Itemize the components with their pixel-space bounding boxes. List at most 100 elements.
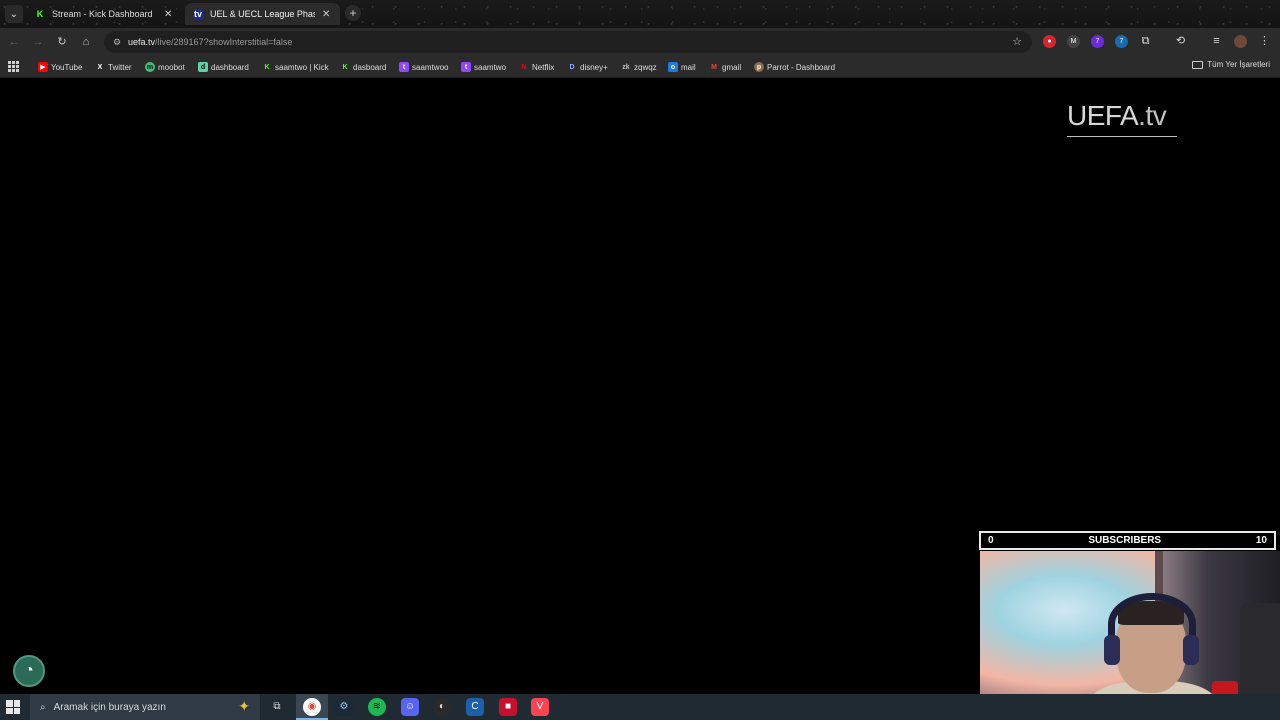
x-icon: X: [97, 63, 103, 71]
twitch-icon: t: [399, 62, 409, 72]
uefa-icon: tv: [193, 9, 203, 19]
kick-icon: K: [264, 63, 270, 71]
bookmark-label: saamtwoo: [412, 62, 449, 72]
forward-button[interactable]: →: [30, 34, 46, 50]
extensions-puzzle-icon[interactable]: ⧉: [1139, 35, 1152, 48]
kick-icon: K: [342, 63, 348, 71]
bookmark-twitter[interactable]: X Twitter: [95, 60, 132, 74]
bookmark-label: saamtwo: [474, 62, 507, 72]
subscriber-count: 0: [988, 535, 994, 546]
bookmark-label: dasboard: [353, 62, 387, 72]
tab-uefa[interactable]: tv UEL & UECL League Phase Dra ✕: [185, 3, 340, 25]
bookmark-label: moobot: [158, 62, 185, 72]
app-icon[interactable]: ◐: [433, 698, 451, 716]
bookmark-parrot[interactable]: p Parrot - Dashboard: [754, 60, 835, 74]
windows-start-icon[interactable]: [6, 700, 20, 714]
all-bookmarks-folder[interactable]: Tüm Yer İşaretleri: [1192, 60, 1270, 69]
site-settings-icon[interactable]: ⚙: [110, 37, 124, 48]
disney-icon: D: [569, 63, 575, 71]
bookmark-label: Twitter: [108, 62, 132, 72]
task-view-icon[interactable]: ⧉: [268, 698, 286, 716]
profile-avatar[interactable]: [1234, 35, 1247, 48]
headset-earcup-left: [1104, 635, 1120, 665]
history-icon[interactable]: ⟲: [1174, 35, 1187, 48]
tab-search-button[interactable]: ⌄: [5, 5, 23, 23]
bookmark-moobot[interactable]: m moobot: [145, 60, 185, 74]
folder-icon: [1192, 60, 1204, 69]
twitch-icon: t: [461, 62, 471, 72]
sparkle-icon: ✦: [238, 698, 250, 714]
bookmark-folder-label: Tüm Yer İşaretleri: [1207, 60, 1270, 69]
extension-purple-icon[interactable]: 7: [1091, 35, 1104, 48]
reload-icon: ↻: [57, 36, 67, 48]
arrow-right-icon: →: [32, 36, 44, 48]
subscriber-goal: 10: [1255, 535, 1267, 546]
bookmark-label: disney+: [580, 62, 608, 72]
bookmark-gmail[interactable]: Mgmail: [709, 60, 741, 74]
bookmark-youtube[interactable]: ▶ YouTube: [38, 60, 82, 74]
app-red-icon[interactable]: ■: [499, 698, 517, 716]
reload-button[interactable]: ↻: [54, 34, 70, 50]
headset-earcup-right: [1183, 635, 1199, 665]
bookmark-label: gmail: [722, 62, 742, 72]
close-icon[interactable]: ✕: [322, 9, 332, 20]
media-control-icon[interactable]: ≡: [1210, 35, 1223, 48]
bookmark-disney[interactable]: Ddisney+: [567, 60, 608, 74]
parrot-icon: p: [754, 62, 764, 72]
ccleaner-icon[interactable]: C: [466, 698, 484, 716]
bookmark-netflix[interactable]: N Netflix: [519, 60, 554, 74]
tab-strip: ⌄ K Stream - Kick Dashboard ✕ tv UEL & U…: [0, 0, 1280, 28]
youtube-icon: ▶: [38, 62, 48, 72]
home-button[interactable]: ⌂: [78, 34, 94, 50]
bookmark-saamtwo[interactable]: t saamtwo: [461, 60, 506, 74]
logo-tv-text: tv: [1145, 100, 1167, 131]
spotify-icon[interactable]: ≋: [368, 698, 386, 716]
taskbar-search[interactable]: ⌕ Aramak için buraya yazın ✦: [30, 694, 261, 720]
chevron-down-icon: ⌄: [9, 8, 19, 20]
kebab-menu-icon[interactable]: ⋮: [1258, 35, 1271, 48]
bookmark-label: zqwqz: [634, 62, 657, 72]
bookmarks-bar: ▶ YouTube X Twitter m moobot d dashboard Ksa…: [0, 56, 1280, 78]
chrome-icon[interactable]: ◉: [303, 698, 321, 716]
bookmark-label: YouTube: [51, 62, 83, 72]
extension-blue-icon[interactable]: 7: [1115, 35, 1128, 48]
tab-title: UEL & UECL League Phase Dra: [210, 9, 315, 19]
discord-icon[interactable]: ☺: [401, 698, 419, 716]
screen: ⌄ K Stream - Kick Dashboard ✕ tv UEL & U…: [0, 0, 1280, 720]
arrow-left-icon: ←: [8, 36, 20, 48]
outlook-icon: o: [668, 62, 678, 72]
kick-icon: K: [36, 9, 44, 19]
bookmark-zqwqz[interactable]: zk zqwqz: [621, 60, 657, 74]
bookmark-mail[interactable]: o mail: [668, 60, 696, 74]
apps-grid-icon[interactable]: [8, 61, 19, 72]
valorant-icon[interactable]: V: [531, 698, 549, 716]
extension-red-icon[interactable]: ●: [1043, 35, 1056, 48]
bookmark-label: saamtwo | Kick: [275, 62, 329, 72]
new-tab-button[interactable]: +: [345, 5, 361, 21]
back-button[interactable]: ←: [6, 34, 22, 50]
netflix-icon: N: [521, 63, 527, 71]
bookmark-dashboard[interactable]: d dashboard: [198, 60, 249, 74]
extension-m-icon[interactable]: M: [1067, 35, 1080, 48]
bookmark-saamtwo-kick[interactable]: Ksaamtwo | Kick: [262, 60, 329, 74]
moobot-icon: m: [145, 62, 155, 72]
address-bar[interactable]: ⚙ uefa.tv/live/289167?showInterstitial=f…: [104, 31, 1032, 53]
bookmark-star-icon[interactable]: ☆: [1012, 35, 1022, 48]
steam-icon[interactable]: ⚙: [335, 698, 353, 716]
zk-icon: zk: [622, 63, 630, 71]
bookmark-label: Parrot - Dashboard: [767, 62, 836, 72]
home-icon: ⌂: [82, 36, 90, 48]
cookie-settings-button[interactable]: ◔: [13, 655, 45, 687]
bookmark-dasboard[interactable]: Kdasboard: [340, 60, 386, 74]
taskbar-search-placeholder: Aramak için buraya yazın: [53, 701, 166, 713]
bookmark-label: dashboard: [211, 62, 249, 72]
close-icon[interactable]: ✕: [164, 9, 174, 20]
browser-toolbar: ← → ↻ ⌂ ⚙ uefa.tv/live/289167?showInters…: [0, 28, 1280, 56]
bookmark-saamtwoo[interactable]: t saamtwoo: [399, 60, 448, 74]
search-icon: ⌕: [40, 701, 46, 713]
url-path: /live/289167?showInterstitial=false: [155, 37, 293, 47]
gmail-icon: M: [711, 63, 717, 71]
tab-kick-dashboard[interactable]: K Stream - Kick Dashboard ✕: [27, 3, 182, 25]
uefa-tv-logo: UEFA.tv: [1067, 99, 1177, 137]
tab-title: Stream - Kick Dashboard: [52, 9, 153, 19]
